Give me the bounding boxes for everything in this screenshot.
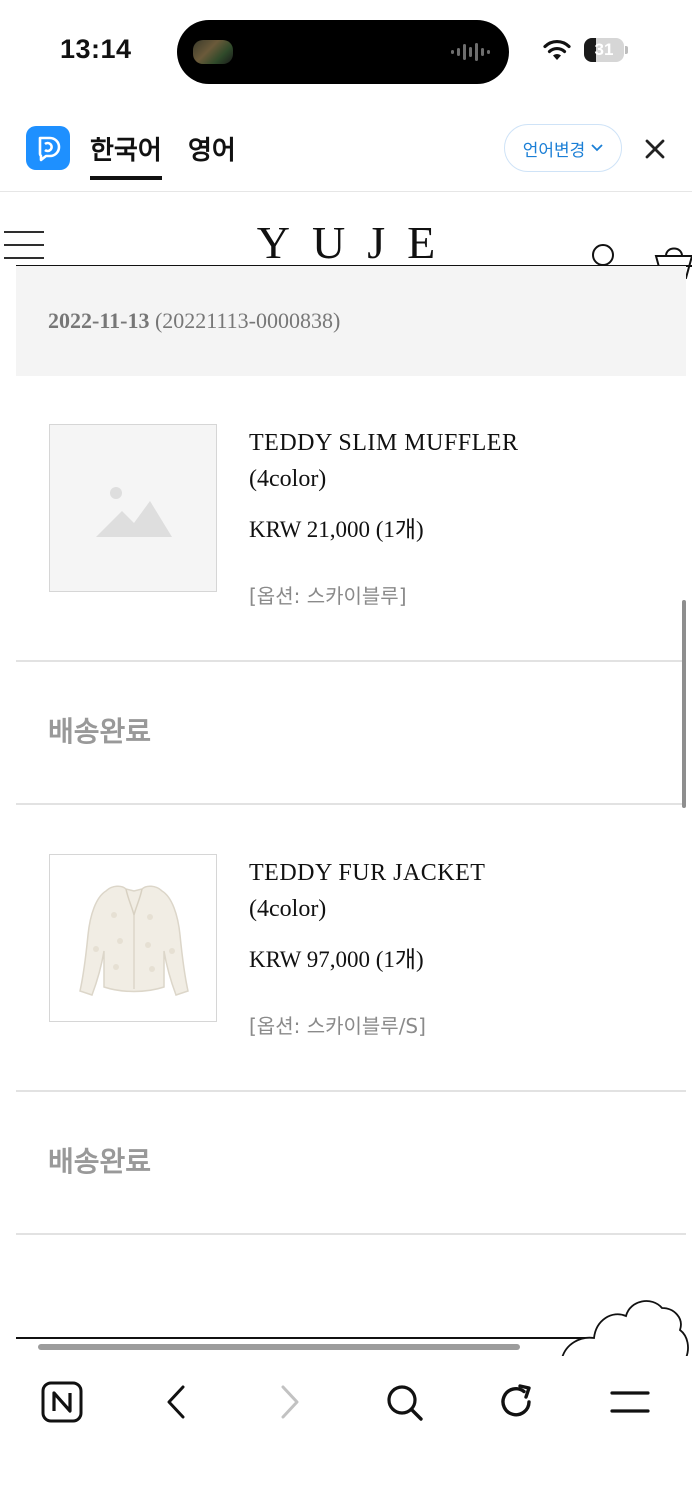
naver-home-button[interactable] bbox=[38, 1378, 86, 1426]
order-date: 2022-11-13 bbox=[48, 308, 150, 333]
status-bar: 13:14 31 bbox=[0, 0, 692, 104]
product-thumbnail[interactable] bbox=[49, 854, 217, 1022]
divider bbox=[16, 660, 686, 662]
tab-english[interactable]: 영어 bbox=[188, 130, 236, 167]
naver-home-icon bbox=[41, 1381, 83, 1423]
back-button[interactable] bbox=[152, 1378, 200, 1426]
product-price: KRW 97,000 (1개) bbox=[249, 947, 424, 972]
browser-menu-button[interactable] bbox=[606, 1378, 654, 1426]
audio-wave-icon bbox=[451, 43, 490, 61]
product-thumbnail[interactable] bbox=[49, 424, 217, 592]
menu-icon bbox=[610, 1391, 650, 1413]
wifi-icon bbox=[543, 39, 571, 60]
product-option: [옵션: 스카이블루] bbox=[249, 584, 407, 608]
dynamic-island bbox=[177, 20, 509, 84]
translate-bar: 한국어 영어 언어변경 bbox=[0, 104, 692, 192]
papago-translate-icon[interactable] bbox=[26, 126, 70, 170]
forward-arrow-icon bbox=[281, 1385, 299, 1419]
refresh-button[interactable] bbox=[492, 1378, 540, 1426]
product-price: KRW 21,000 (1개) bbox=[249, 517, 424, 542]
placeholder-image-icon bbox=[96, 487, 172, 537]
product-name[interactable]: TEDDY SLIM MUFFLER bbox=[249, 430, 518, 457]
back-arrow-icon bbox=[167, 1385, 185, 1419]
divider bbox=[16, 1090, 686, 1092]
floating-chat-blob-icon[interactable] bbox=[560, 1296, 692, 1360]
product-variant: (4color) bbox=[249, 466, 327, 492]
language-change-button[interactable]: 언어변경 bbox=[504, 124, 622, 172]
scrollbar[interactable] bbox=[682, 600, 686, 808]
battery-level: 31 bbox=[594, 40, 614, 59]
battery-indicator: 31 bbox=[584, 38, 628, 62]
product-variant: (4color) bbox=[249, 896, 327, 922]
chevron-down-icon bbox=[591, 144, 603, 152]
tab-korean[interactable]: 한국어 bbox=[90, 130, 162, 180]
fur-jacket-image bbox=[79, 885, 189, 996]
language-change-label: 언어변경 bbox=[522, 140, 586, 161]
order-header: 2022-11-13 (20221113-0000838) bbox=[16, 266, 686, 376]
now-playing-artwork bbox=[193, 40, 233, 64]
divider bbox=[16, 803, 686, 805]
browser-toolbar bbox=[0, 1356, 692, 1500]
order-number[interactable]: (20221113-0000838) bbox=[155, 308, 340, 333]
product-name[interactable]: TEDDY FUR JACKET bbox=[249, 860, 485, 887]
search-icon bbox=[387, 1385, 423, 1421]
delivery-status: 배송완료 bbox=[48, 715, 152, 748]
refresh-icon bbox=[501, 1384, 531, 1417]
page-progress-bar bbox=[38, 1344, 520, 1350]
forward-button[interactable] bbox=[266, 1378, 314, 1426]
status-time: 13:14 bbox=[60, 34, 132, 64]
delivery-status: 배송완료 bbox=[48, 1145, 152, 1178]
search-button[interactable] bbox=[380, 1378, 428, 1426]
order-info: 2022-11-13 (20221113-0000838) bbox=[48, 308, 340, 334]
divider bbox=[16, 1233, 686, 1235]
product-option: [옵션: 스카이블루/S] bbox=[249, 1014, 426, 1038]
close-icon[interactable] bbox=[640, 134, 670, 164]
